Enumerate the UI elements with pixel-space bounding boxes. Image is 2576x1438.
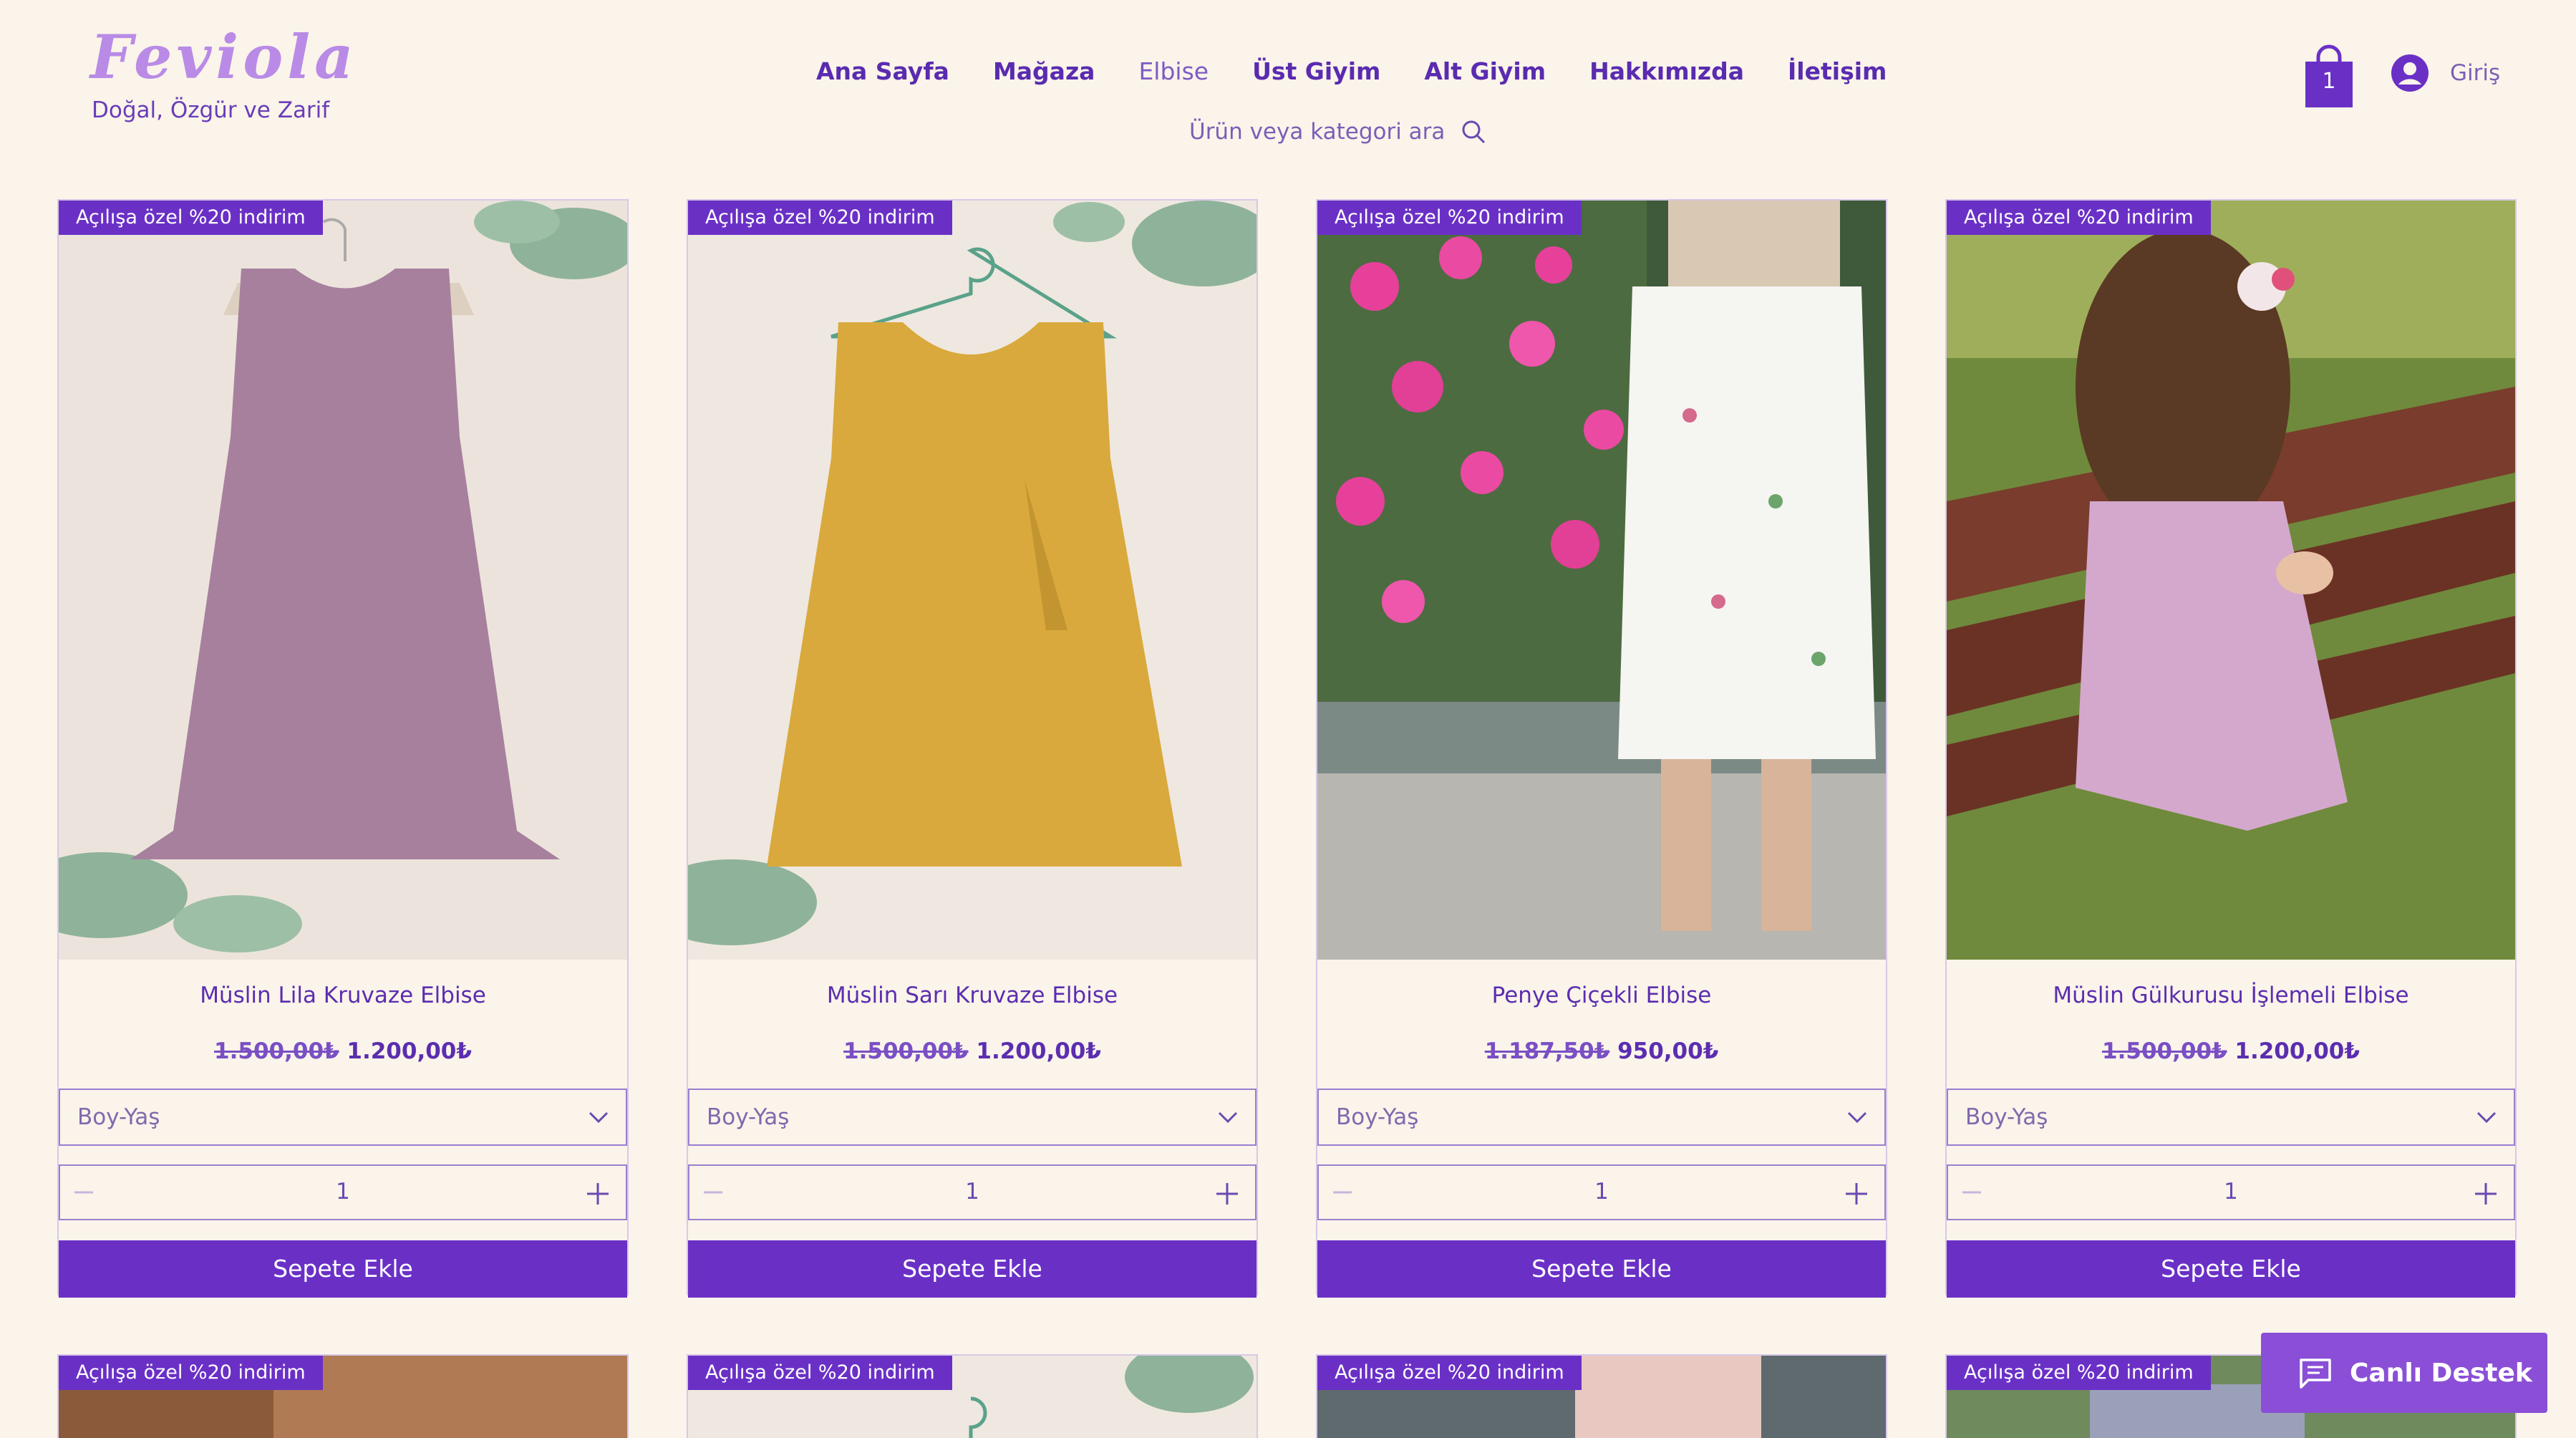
discount-badge: Açılışa özel %20 indirim (1317, 1356, 1582, 1390)
nav-item-ust-giyim[interactable]: Üst Giyim (1252, 57, 1380, 85)
product-price: 1.187,50₺ 950,00₺ (1317, 1038, 1886, 1064)
quantity-stepper[interactable]: 1 (1317, 1164, 1886, 1220)
product-card[interactable]: Açılışa özel %20 indirim (1316, 1354, 1887, 1438)
search-input[interactable]: Ürün veya kategori ara (1189, 119, 1445, 145)
nav-item-elbise[interactable]: Elbise (1138, 57, 1209, 85)
product-price: 1.500,00₺ 1.200,00₺ (59, 1038, 627, 1064)
login-label: Giriş (2450, 60, 2501, 86)
nav-item-magaza[interactable]: Mağaza (993, 57, 1095, 85)
site-logo[interactable]: Feviola (90, 27, 358, 87)
nav-item-alt-giyim[interactable]: Alt Giyim (1424, 57, 1546, 85)
product-price: 1.500,00₺ 1.200,00₺ (688, 1038, 1256, 1064)
live-support-button[interactable]: Canlı Destek (2261, 1333, 2547, 1413)
size-select[interactable]: Boy-Yaş (1317, 1089, 1886, 1146)
add-to-cart-button[interactable]: Sepete Ekle (1947, 1240, 2515, 1298)
chevron-down-icon (1847, 1111, 1867, 1124)
plus-icon[interactable] (2474, 1182, 2498, 1206)
search-bar[interactable]: Ürün veya kategori ara (1189, 119, 1486, 145)
product-card[interactable]: Açılışa özel %20 indirim Penye Çiçekli E… (1316, 199, 1887, 1298)
nav-item-hakkimizda[interactable]: Hakkımızda (1589, 57, 1744, 85)
nav-item-ana-sayfa[interactable]: Ana Sayfa (816, 57, 949, 85)
old-price: 1.187,50₺ (1484, 1038, 1610, 1064)
login-button[interactable]: Giriş (2391, 54, 2500, 92)
discount-badge: Açılışa özel %20 indirim (1947, 1356, 2211, 1390)
chevron-down-icon (589, 1111, 609, 1124)
quantity-value[interactable]: 1 (689, 1179, 1255, 1205)
product-name[interactable]: Müslin Gülkurusu İşlemeli Elbise (1947, 983, 2515, 1008)
plus-icon[interactable] (1844, 1182, 1869, 1206)
plus-icon[interactable] (586, 1182, 610, 1206)
product-image[interactable] (1317, 201, 1886, 960)
size-select[interactable]: Boy-Yaş (688, 1089, 1256, 1146)
product-image[interactable] (688, 201, 1256, 960)
product-card[interactable]: Açılışa özel %20 indirim (57, 1354, 629, 1438)
old-price: 1.500,00₺ (214, 1038, 339, 1064)
chevron-down-icon (1218, 1111, 1238, 1124)
product-price: 1.500,00₺ 1.200,00₺ (1947, 1038, 2515, 1064)
chevron-down-icon (2476, 1111, 2497, 1124)
quantity-value[interactable]: 1 (1319, 1179, 1884, 1205)
quantity-value[interactable]: 1 (1948, 1179, 2514, 1205)
product-card[interactable]: Açılışa özel %20 indirim Müslin Gülkurus… (1945, 199, 2517, 1298)
product-card[interactable]: Açılışa özel %20 indirim Müslin Lila Kru… (57, 199, 629, 1298)
site-tagline: Doğal, Özgür ve Zarif (92, 97, 330, 123)
new-price: 1.200,00₺ (2234, 1038, 2360, 1064)
product-image[interactable] (1947, 201, 2515, 960)
add-to-cart-button[interactable]: Sepete Ekle (688, 1240, 1256, 1298)
nav-item-iletisim[interactable]: İletişim (1788, 57, 1887, 85)
chat-bubble-icon (2300, 1359, 2331, 1389)
size-select[interactable]: Boy-Yaş (1947, 1089, 2515, 1146)
product-name[interactable]: Müslin Sarı Kruvaze Elbise (688, 983, 1256, 1008)
size-select-label: Boy-Yaş (1965, 1104, 2048, 1130)
new-price: 950,00₺ (1617, 1038, 1719, 1064)
new-price: 1.200,00₺ (347, 1038, 472, 1064)
size-select-label: Boy-Yaş (707, 1104, 790, 1130)
add-to-cart-button[interactable]: Sepete Ekle (59, 1240, 627, 1298)
size-select-label: Boy-Yaş (1336, 1104, 1419, 1130)
quantity-stepper[interactable]: 1 (59, 1164, 627, 1220)
live-support-label: Canlı Destek (2350, 1358, 2532, 1388)
product-name[interactable]: Penye Çiçekli Elbise (1317, 983, 1886, 1008)
product-name[interactable]: Müslin Lila Kruvaze Elbise (59, 983, 627, 1008)
user-avatar-icon (2391, 54, 2429, 92)
discount-badge: Açılışa özel %20 indirim (688, 1356, 952, 1390)
old-price: 1.500,00₺ (2102, 1038, 2227, 1064)
quantity-stepper[interactable]: 1 (688, 1164, 1256, 1220)
quantity-value[interactable]: 1 (60, 1179, 626, 1205)
new-price: 1.200,00₺ (976, 1038, 1101, 1064)
product-card[interactable]: Açılışa özel %20 indirim (687, 1354, 1258, 1438)
main-nav: Ana Sayfa Mağaza Elbise Üst Giyim Alt Gi… (816, 57, 1887, 85)
product-card[interactable]: Açılışa özel %20 indirim Müslin Sarı Kru… (687, 199, 1258, 1298)
product-image[interactable] (59, 201, 627, 960)
add-to-cart-button[interactable]: Sepete Ekle (1317, 1240, 1886, 1298)
discount-badge: Açılışa özel %20 indirim (1317, 201, 1582, 235)
search-icon[interactable] (1461, 119, 1486, 145)
cart-count: 1 (2322, 69, 2336, 94)
discount-badge: Açılışa özel %20 indirim (688, 201, 952, 235)
cart-button[interactable]: 1 (2303, 43, 2355, 109)
discount-badge: Açılışa özel %20 indirim (1947, 201, 2211, 235)
plus-icon[interactable] (1215, 1182, 1239, 1206)
size-select[interactable]: Boy-Yaş (59, 1089, 627, 1146)
quantity-stepper[interactable]: 1 (1947, 1164, 2515, 1220)
size-select-label: Boy-Yaş (77, 1104, 160, 1130)
old-price: 1.500,00₺ (843, 1038, 969, 1064)
discount-badge: Açılışa özel %20 indirim (59, 201, 323, 235)
discount-badge: Açılışa özel %20 indirim (59, 1356, 323, 1390)
